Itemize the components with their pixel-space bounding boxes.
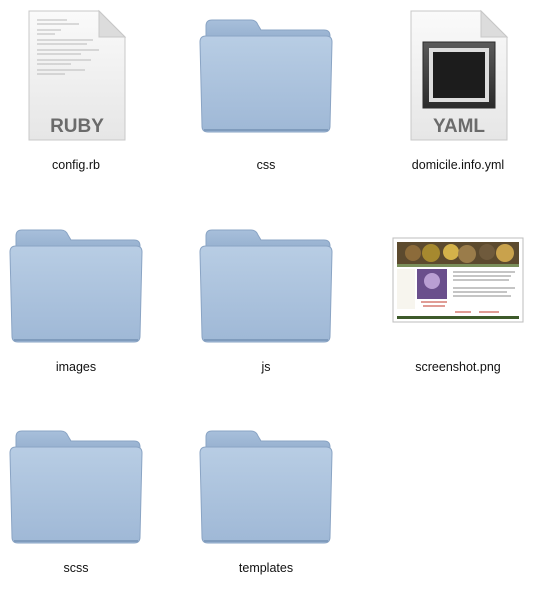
folder-icon [196, 218, 336, 348]
folder-icon [196, 419, 336, 549]
ruby-file-icon: RUBY [21, 8, 131, 143]
folder-item-scss[interactable]: scss [1, 411, 151, 581]
yaml-file-icon: YAML [403, 8, 513, 143]
folder-item-js[interactable]: js [191, 210, 341, 380]
folder-icon [196, 8, 336, 138]
file-item-config-rb[interactable]: RUBY config.rb [1, 8, 151, 178]
file-item-screenshot-png[interactable]: screenshot.png [383, 210, 533, 380]
file-label-css: css [256, 158, 276, 172]
file-label-images: images [55, 360, 97, 374]
folder-item-images[interactable]: images [1, 210, 151, 380]
folder-item-css[interactable]: css [191, 8, 341, 178]
file-label-config-rb: config.rb [52, 158, 100, 172]
ruby-badge: RUBY [50, 116, 104, 137]
file-label-scss: scss [63, 561, 89, 575]
yaml-badge: YAML [433, 116, 485, 137]
image-thumbnail-icon [391, 236, 525, 326]
file-label-templates: templates [238, 561, 294, 575]
folder-item-templates[interactable]: templates [191, 411, 341, 581]
file-label-screenshot-png: screenshot.png [415, 360, 501, 374]
file-label-js: js [261, 360, 271, 374]
file-label-domicile-info-yml: domicile.info.yml [411, 158, 505, 172]
file-item-domicile-info-yml[interactable]: YAML domicile.info.yml [383, 8, 533, 178]
folder-icon [6, 419, 146, 549]
folder-icon [6, 218, 146, 348]
